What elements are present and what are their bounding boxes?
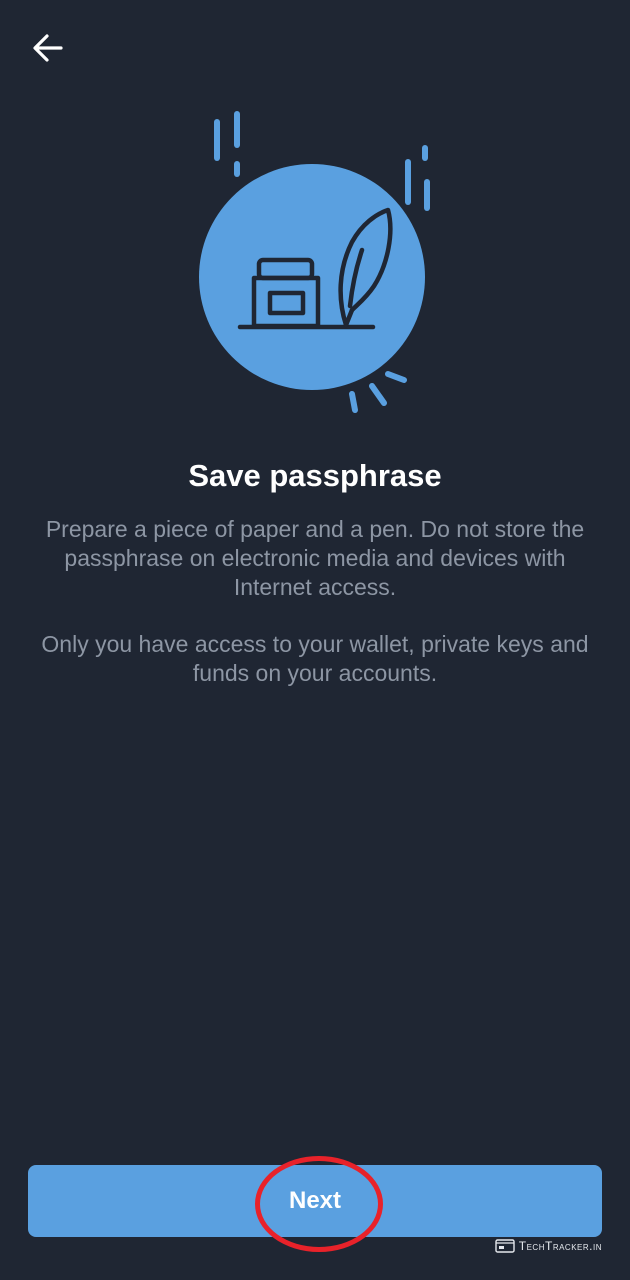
arrow-left-icon	[33, 34, 63, 62]
back-button[interactable]	[18, 18, 78, 78]
page-title: Save passphrase	[188, 458, 442, 493]
inkwell-quill-icon	[199, 111, 430, 413]
next-button[interactable]: Next	[28, 1165, 602, 1237]
next-button-label: Next	[288, 1187, 342, 1214]
description-paragraph-2: Only you have access to your wallet, pri…	[41, 631, 589, 686]
watermark: TechTracker.in	[495, 1239, 602, 1253]
watermark-text: TechTracker.in	[518, 1239, 602, 1253]
browser-window-icon	[495, 1239, 515, 1253]
description-paragraph-1: Prepare a piece of paper and a pen. Do n…	[45, 516, 585, 600]
save-passphrase-screen: Save passphrase Prepare a piece of paper…	[0, 0, 630, 1280]
